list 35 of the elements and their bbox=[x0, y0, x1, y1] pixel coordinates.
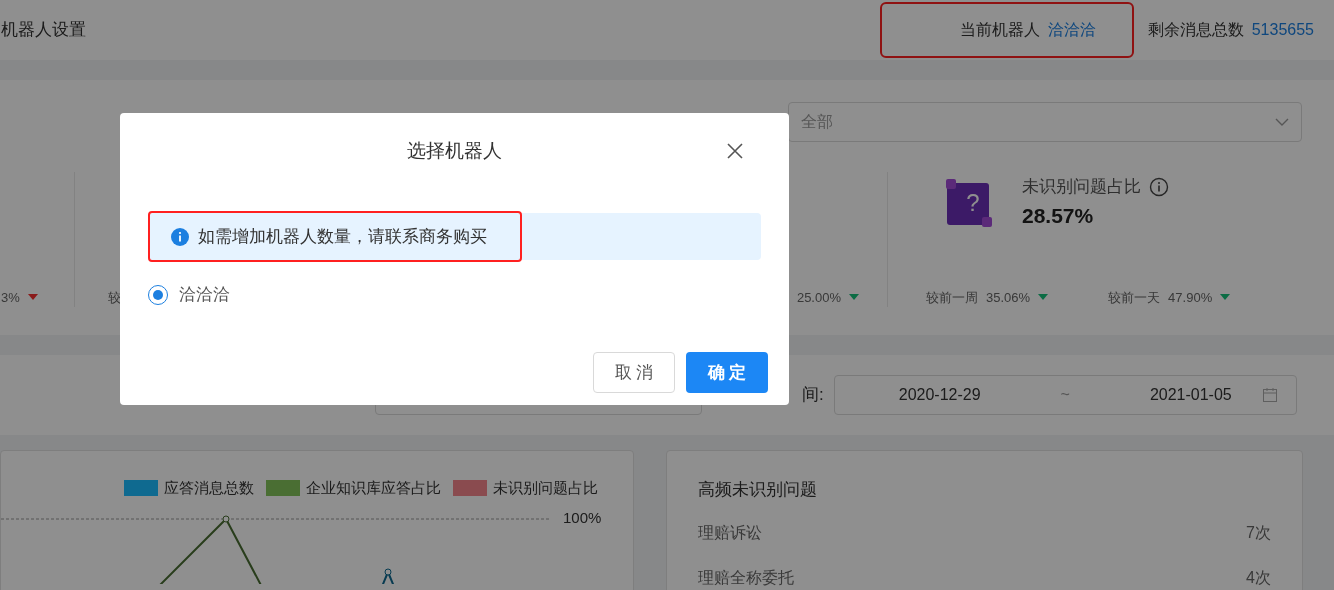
legend-label: 企业知识库应答占比 bbox=[306, 478, 441, 498]
page-title: 机器人设置 bbox=[1, 19, 86, 42]
alert-text: 如需增加机器人数量，请联系商务购买 bbox=[198, 225, 487, 248]
comparison-value: 25.00% bbox=[796, 288, 841, 307]
info-icon bbox=[171, 227, 189, 246]
dialog-title: 选择机器人 bbox=[407, 138, 502, 163]
comparison-value: 47.90% bbox=[1168, 288, 1213, 307]
axis-label: 100% bbox=[563, 508, 602, 529]
issues-title: 高频未识别问题 bbox=[698, 479, 818, 501]
issue-name: 理赔全称委托 bbox=[698, 567, 794, 588]
confirm-button[interactable]: 确 定 bbox=[686, 352, 768, 393]
date-range-field[interactable]: 2020-12-29 ~ 2021-01-05 bbox=[833, 375, 1297, 415]
icon-glyph: ? bbox=[965, 187, 981, 218]
comparison-value: 35.06% bbox=[986, 288, 1031, 307]
calendar-icon bbox=[1261, 387, 1278, 403]
issue-count: 7次 bbox=[1246, 522, 1271, 543]
legend-label: 未识别问题占比 bbox=[493, 478, 598, 498]
info-icon[interactable] bbox=[1149, 176, 1169, 197]
question-tile-icon bbox=[946, 178, 992, 227]
date-label: 间: bbox=[802, 384, 824, 407]
remaining-value: 5135655 bbox=[1251, 20, 1314, 40]
legend-label: 应答消息总数 bbox=[164, 478, 254, 498]
current-robot-link[interactable]: 洽洽洽 bbox=[1047, 18, 1096, 42]
comparison-label: 较 bbox=[108, 288, 121, 307]
stat-value: 28.57% bbox=[1022, 202, 1095, 229]
robot-radio-option[interactable]: 洽洽洽 bbox=[148, 282, 230, 308]
issue-count: 4次 bbox=[1246, 567, 1271, 588]
close-icon[interactable] bbox=[727, 143, 743, 159]
current-robot-label: 当前机器人 bbox=[959, 20, 1040, 40]
stat-title: 未识别问题占比 bbox=[1022, 176, 1141, 198]
comparison-value: 3% bbox=[1, 288, 20, 307]
issue-name: 理赔诉讼 bbox=[698, 522, 762, 543]
remaining-label: 剩余消息总数 bbox=[1147, 20, 1244, 40]
cancel-button[interactable]: 取 消 bbox=[593, 352, 675, 393]
chevron-down-icon bbox=[1275, 118, 1289, 126]
